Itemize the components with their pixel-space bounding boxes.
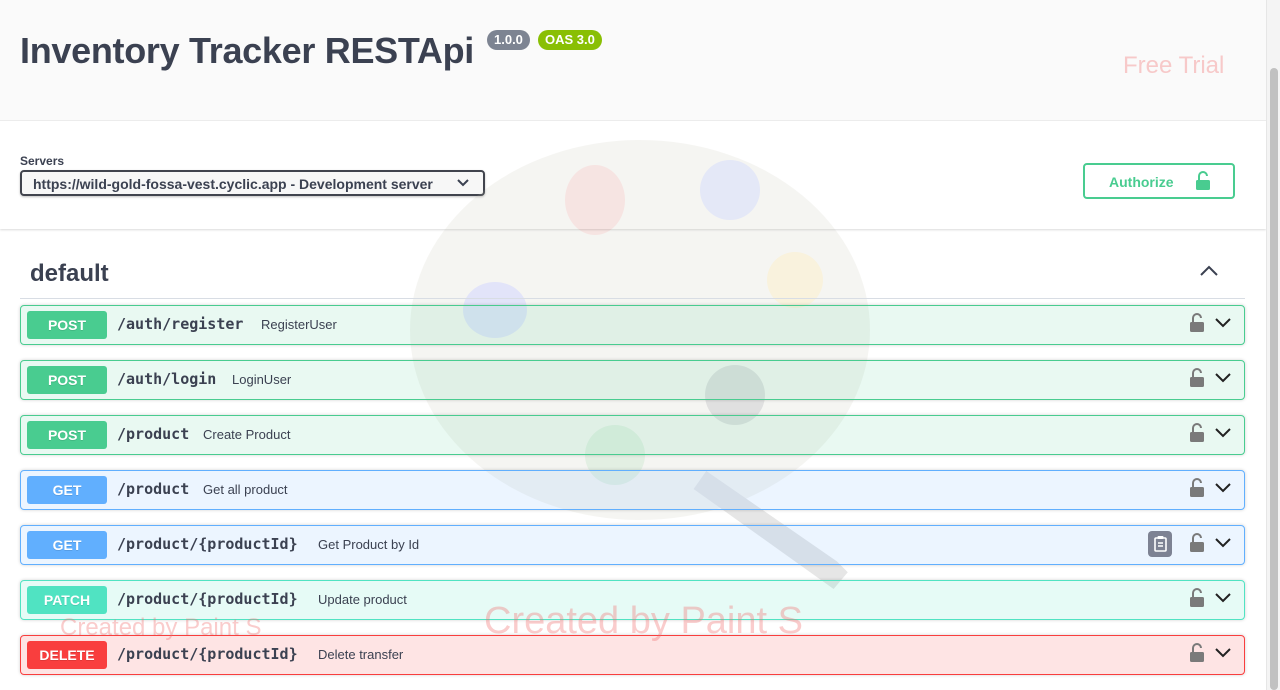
chevron-down-icon[interactable] [1214, 427, 1232, 439]
authorize-label: Authorize [1109, 174, 1174, 190]
method-badge: POST [27, 311, 107, 339]
lock-icon[interactable] [1189, 368, 1205, 388]
chevron-down-icon[interactable] [1214, 372, 1232, 384]
oas-badge: OAS 3.0 [538, 30, 602, 50]
operation-block[interactable]: PATCH /product/{productId} Update produc… [20, 580, 1245, 620]
swagger-page: Inventory Tracker RESTApi 1.0.0 OAS 3.0 … [0, 0, 1266, 690]
operation-path: /product [117, 480, 190, 498]
operation-block[interactable]: GET /product/{productId} Get Product by … [20, 525, 1245, 565]
lock-icon[interactable] [1189, 643, 1205, 663]
operation-path: /product [117, 425, 190, 443]
authorize-button[interactable]: Authorize [1083, 163, 1235, 199]
unlock-icon [1196, 171, 1210, 190]
method-badge: DELETE [27, 641, 107, 669]
lock-icon[interactable] [1189, 423, 1205, 443]
version-badge: 1.0.0 [487, 30, 530, 50]
chevron-down-icon [457, 179, 469, 187]
operation-path: /product/{productId} [117, 535, 298, 553]
tag-section-title[interactable]: default [30, 260, 109, 288]
method-badge: PATCH [27, 586, 107, 614]
operation-summary: RegisterUser [261, 317, 337, 332]
chevron-down-icon[interactable] [1214, 482, 1232, 494]
operation-block[interactable]: POST /product Create Product [20, 415, 1245, 455]
vertical-scrollbar[interactable] [1266, 0, 1280, 690]
servers-label: Servers [20, 154, 65, 168]
operation-summary: Get Product by Id [318, 537, 420, 552]
api-title: Inventory Tracker RESTApi [20, 30, 474, 71]
operation-block[interactable]: POST /auth/login LoginUser [20, 360, 1245, 400]
chevron-down-icon[interactable] [1214, 317, 1232, 329]
chevron-up-icon[interactable] [1199, 265, 1219, 277]
operations-list: POST /auth/register RegisterUser POST /a… [20, 305, 1245, 690]
method-badge: POST [27, 366, 107, 394]
operation-summary: LoginUser [232, 372, 292, 387]
operation-path: /auth/register [117, 315, 244, 333]
chevron-down-icon[interactable] [1214, 537, 1232, 549]
section-divider [20, 298, 1245, 299]
servers-select[interactable]: https://wild-gold-fossa-vest.cyclic.app … [20, 170, 485, 196]
scheme-container: Servers https://wild-gold-fossa-vest.cyc… [0, 121, 1266, 229]
operation-block[interactable]: POST /auth/register RegisterUser [20, 305, 1245, 345]
chevron-down-icon[interactable] [1214, 647, 1232, 659]
operation-path: /product/{productId} [117, 590, 298, 608]
lock-icon[interactable] [1189, 313, 1205, 333]
lock-icon[interactable] [1189, 533, 1205, 553]
operation-summary: Update product [318, 592, 407, 607]
lock-icon[interactable] [1189, 478, 1205, 498]
method-badge: POST [27, 421, 107, 449]
chevron-down-icon[interactable] [1214, 592, 1232, 604]
operation-block[interactable]: GET /product Get all product [20, 470, 1245, 510]
clipboard-icon [1154, 536, 1167, 552]
info-header: Inventory Tracker RESTApi 1.0.0 OAS 3.0 [0, 0, 1266, 121]
method-badge: GET [27, 476, 107, 504]
operation-summary: Get all product [203, 482, 288, 497]
lock-icon[interactable] [1189, 588, 1205, 608]
operation-summary: Create Product [203, 427, 291, 442]
method-badge: GET [27, 531, 107, 559]
operation-path: /product/{productId} [117, 645, 298, 663]
operation-summary: Delete transfer [318, 647, 404, 662]
copy-to-clipboard-icon[interactable] [1148, 531, 1172, 557]
operation-path: /auth/login [117, 370, 217, 388]
servers-selected-value: https://wild-gold-fossa-vest.cyclic.app … [33, 176, 433, 192]
operation-block[interactable]: DELETE /product/{productId} Delete trans… [20, 635, 1245, 675]
scrollbar-thumb[interactable] [1270, 68, 1278, 690]
